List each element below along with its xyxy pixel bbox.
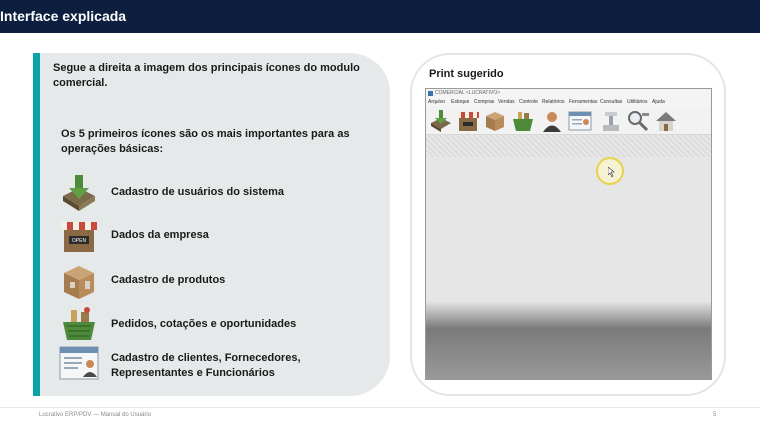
- app-workspace: [426, 157, 711, 317]
- item-label-products: Cadastro de produtos: [111, 274, 226, 286]
- menu-controle[interactable]: Controle: [519, 99, 538, 105]
- footer-divider: [0, 407, 760, 408]
- product-box-icon[interactable]: [483, 109, 507, 133]
- contact-card-icon: [59, 346, 99, 380]
- mouse-cursor-icon: [608, 167, 615, 177]
- footer-text: Lucrativo ERP/PDV — Manual do Usuário: [39, 412, 152, 418]
- person-icon[interactable]: [540, 109, 564, 133]
- app-titlebar: COMERCIAL <LUCRATIVO>: [426, 89, 711, 98]
- storefront-icon[interactable]: [456, 109, 480, 133]
- download-box-icon: [63, 175, 95, 211]
- menu-ferramentas[interactable]: Ferramentas: [569, 99, 597, 105]
- list-item-contacts: Cadastro de clientes, Fornecedores, Repr…: [57, 344, 377, 384]
- scale-icon[interactable]: [599, 109, 623, 133]
- magnifier-icon[interactable]: [626, 109, 650, 133]
- menu-consultas[interactable]: Consultas: [600, 99, 622, 105]
- home-icon[interactable]: [654, 109, 678, 133]
- shopping-basket-icon[interactable]: [511, 109, 535, 133]
- item-label-users: Cadastro de usuários do sistema: [111, 186, 284, 198]
- page-number: 5: [713, 412, 717, 418]
- slide-header: Interface explicada: [0, 0, 760, 33]
- download-box-icon[interactable]: [429, 109, 453, 133]
- item-label-company: Dados da empresa: [111, 229, 209, 241]
- menu-compras[interactable]: Compras: [474, 99, 494, 105]
- list-item-products: Cadastro de produtos: [57, 261, 377, 301]
- print-title: Print sugerido: [429, 68, 504, 80]
- product-box-icon: [64, 266, 94, 299]
- app-ribbon: [426, 135, 711, 157]
- subtext: Os 5 primeiros ícones são os mais import…: [61, 128, 350, 155]
- slide-title: Interface explicada: [0, 8, 127, 24]
- menu-vendas[interactable]: Vendas: [498, 99, 515, 105]
- app-screenshot-window: COMERCIAL <LUCRATIVO> Arquivo Estoque Co…: [425, 88, 712, 380]
- list-item-orders: Pedidos, cotações e oportunidades: [57, 304, 377, 344]
- list-item-company: OPEN Dados da empresa: [57, 216, 377, 256]
- app-logo-icon: [428, 91, 433, 96]
- svg-text:OPEN: OPEN: [72, 238, 87, 244]
- intro-text: Segue a direita a imagem dos principais …: [53, 62, 360, 89]
- menu-estoque[interactable]: Estoque: [451, 99, 469, 105]
- app-bottom-gradient: [426, 301, 711, 379]
- menu-arquivo[interactable]: Arquivo: [428, 99, 445, 105]
- left-accent-bar: [33, 53, 40, 396]
- list-item-users: Cadastro de usuários do sistema: [57, 172, 377, 212]
- menu-relatorios[interactable]: Relatórios: [542, 99, 565, 105]
- app-toolbar: [426, 107, 711, 135]
- contact-card-icon[interactable]: [568, 109, 592, 133]
- app-window-title: COMERCIAL <LUCRATIVO>: [435, 90, 501, 96]
- item-label-contacts: Cadastro de clientes, Fornecedores, Repr…: [111, 352, 301, 379]
- storefront-open-icon: OPEN: [61, 222, 97, 252]
- shopping-basket-icon: [63, 307, 95, 340]
- menu-ajuda[interactable]: Ajuda: [652, 99, 665, 105]
- app-menubar: Arquivo Estoque Compras Vendas Controle …: [426, 98, 711, 107]
- menu-utilitarios[interactable]: Utilitários: [627, 99, 648, 105]
- item-label-orders: Pedidos, cotações e oportunidades: [111, 318, 297, 330]
